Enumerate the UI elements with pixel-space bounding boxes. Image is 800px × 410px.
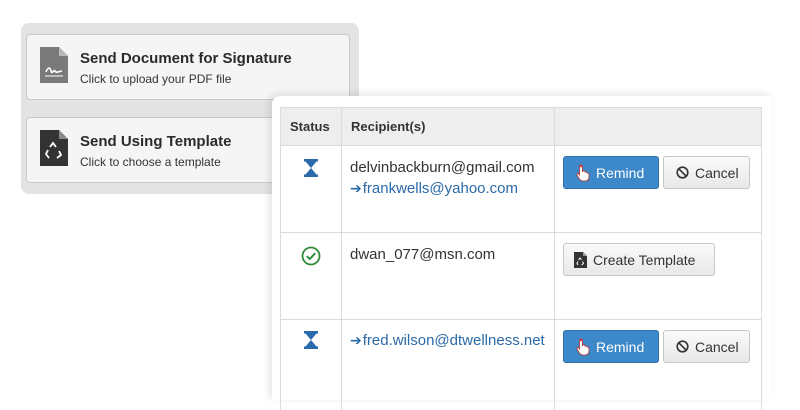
check-circle-icon [301, 246, 321, 266]
table-row: ➔fred.wilson@dtwellness.net Remind Cance… [281, 320, 762, 410]
hourglass-icon [304, 331, 318, 349]
arrow-right-icon: ➔ [350, 332, 362, 348]
arrow-right-icon: ➔ [350, 180, 362, 196]
remind-button[interactable]: Remind [563, 330, 659, 363]
template-document-icon [40, 130, 68, 166]
send-template-title: Send Using Template [80, 133, 231, 150]
signature-document-icon [40, 47, 68, 83]
status-column-header: Status [281, 108, 342, 146]
recipients-table: Status Recipient(s) delvinbackburn@gmail… [280, 107, 762, 410]
forwarded-recipient[interactable]: ➔frankwells@yahoo.com [350, 178, 554, 199]
recipients-cell: delvinbackburn@gmail.com ➔frankwells@yah… [342, 146, 555, 233]
recipient-email-link[interactable]: fred.wilson@dtwellness.net [363, 332, 545, 349]
send-document-card[interactable]: Send Document for Signature Click to upl… [26, 34, 350, 100]
send-document-subtitle: Click to upload your PDF file [80, 72, 231, 86]
status-cell [281, 320, 342, 410]
forwarded-recipient[interactable]: ➔fred.wilson@dtwellness.net [350, 330, 554, 351]
recipients-column-header: Recipient(s) [342, 108, 555, 146]
remind-label: Remind [596, 339, 644, 355]
cancel-label: Cancel [695, 165, 739, 181]
cancel-button[interactable]: Cancel [663, 330, 750, 363]
actions-cell: Create Template [555, 233, 762, 320]
table-row: dwan_077@msn.com Create Template [281, 233, 762, 320]
actions-cell: Remind Cancel [555, 320, 762, 410]
recipient-email: dwan_077@msn.com [350, 245, 554, 265]
actions-cell: Remind Cancel [555, 146, 762, 233]
table-header-row: Status Recipient(s) [281, 108, 762, 146]
create-template-button[interactable]: Create Template [563, 243, 715, 276]
send-document-title: Send Document for Signature [80, 50, 292, 67]
hourglass-icon [304, 159, 318, 177]
recipient-email-link[interactable]: frankwells@yahoo.com [363, 180, 518, 197]
hand-pointer-icon [576, 164, 590, 182]
table-row: delvinbackburn@gmail.com ➔frankwells@yah… [281, 146, 762, 233]
hand-pointer-icon [576, 338, 590, 356]
ban-icon [676, 166, 689, 179]
template-document-icon [574, 252, 587, 268]
actions-column-header [555, 108, 762, 146]
create-template-label: Create Template [593, 252, 695, 268]
ban-icon [676, 340, 689, 353]
cancel-button[interactable]: Cancel [663, 156, 750, 189]
recipients-cell: dwan_077@msn.com [342, 233, 555, 320]
remind-button[interactable]: Remind [563, 156, 659, 189]
status-cell [281, 233, 342, 320]
status-cell [281, 146, 342, 233]
recipient-email: delvinbackburn@gmail.com [350, 158, 554, 178]
recipients-panel: Status Recipient(s) delvinbackburn@gmail… [272, 96, 772, 400]
recipients-cell: ➔fred.wilson@dtwellness.net [342, 320, 555, 410]
remind-label: Remind [596, 165, 644, 181]
cancel-label: Cancel [695, 339, 739, 355]
send-template-subtitle: Click to choose a template [80, 155, 221, 169]
